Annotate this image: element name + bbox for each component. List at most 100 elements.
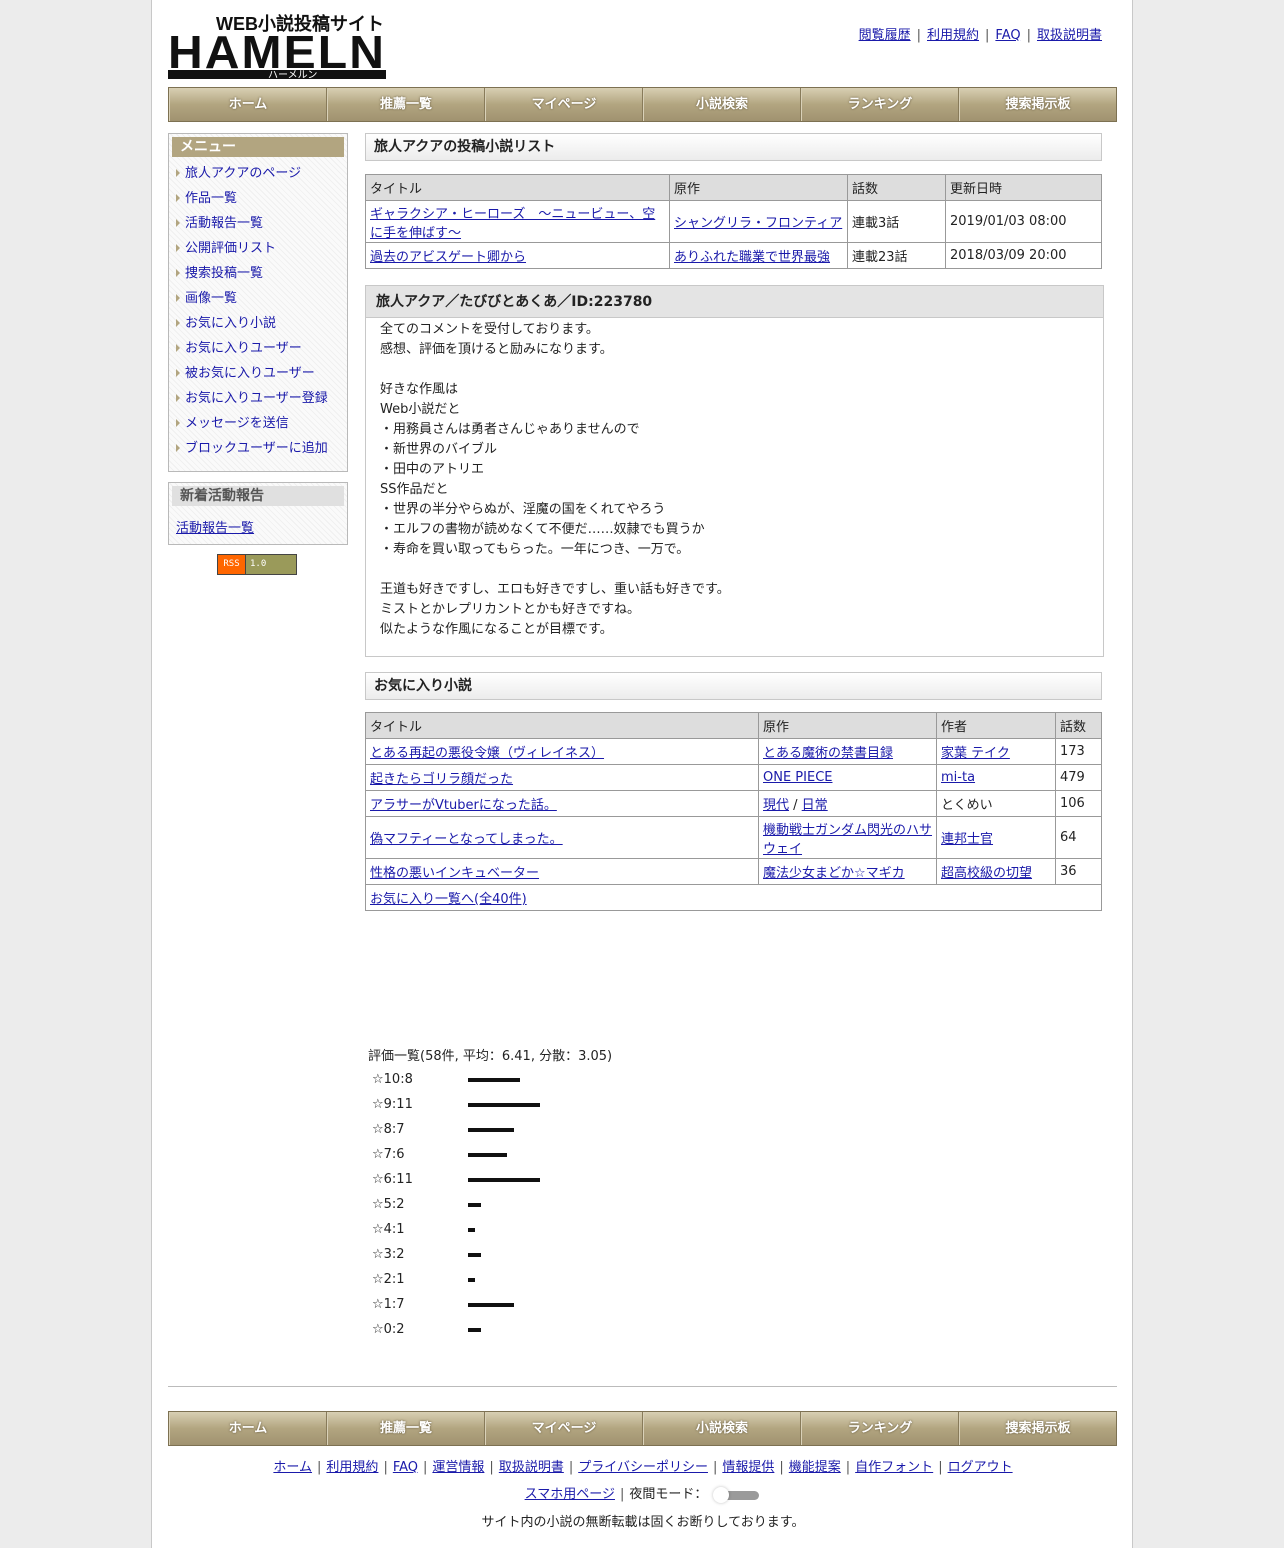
faq-link[interactable]: FAQ bbox=[995, 28, 1020, 43]
news-reports-link[interactable]: 活動報告一覧 bbox=[169, 509, 347, 544]
nav-recommend[interactable]: 推薦一覧 bbox=[327, 88, 485, 121]
footer-feature-link[interactable]: 機能提案 bbox=[789, 1460, 841, 1475]
profile-line: 王道も好きですし、エロも好きですし、重い話も好きです。 bbox=[380, 582, 730, 597]
rating-label: ☆10:8 bbox=[372, 1072, 413, 1087]
novel-original-link[interactable]: シャングリラ・フロンティア bbox=[674, 216, 842, 231]
profile-line: ミストとかレプリカントとかも好きですね。 bbox=[380, 602, 641, 617]
fav-author-link[interactable]: 超高校級の切望 bbox=[941, 866, 1032, 881]
history-link[interactable]: 閲覧履歴 bbox=[859, 28, 911, 43]
fav-title-link[interactable]: 偽マフティーとなってしまった。 bbox=[370, 832, 563, 847]
sidebar-link-search-posts[interactable]: 捜索投稿一覧 bbox=[185, 266, 263, 281]
footer-logout-link[interactable]: ログアウト bbox=[948, 1460, 1013, 1475]
fav-more-link[interactable]: お気に入り一覧へ(全40件) bbox=[370, 892, 527, 907]
fav-original-link[interactable]: 魔法少女まどか☆マギカ bbox=[763, 866, 905, 881]
nav-board[interactable]: 捜索掲示板 bbox=[959, 88, 1116, 121]
sidebar-item: お気に入り小説 bbox=[169, 311, 347, 336]
footer-terms-link[interactable]: 利用規約 bbox=[326, 1460, 378, 1475]
sidebar-item: 画像一覧 bbox=[169, 286, 347, 311]
nav-mypage[interactable]: マイページ bbox=[485, 88, 643, 121]
main-nav: ホーム 推薦一覧 マイページ 小説検索 ランキング 捜索掲示板 bbox=[168, 87, 1117, 122]
table-row: 過去のアビスゲート卿から ありふれた職業で世界最強 連載23話 2018/03/… bbox=[365, 242, 1102, 269]
sidebar-link-images[interactable]: 画像一覧 bbox=[185, 291, 237, 306]
profile-line: ・新世界のバイブル bbox=[380, 442, 498, 457]
nav-mypage[interactable]: マイページ bbox=[485, 1412, 643, 1445]
sidebar-link-fav-users[interactable]: お気に入りユーザー bbox=[185, 341, 302, 356]
rating-bar bbox=[468, 1228, 475, 1232]
sidebar-link-fav-novels[interactable]: お気に入り小説 bbox=[185, 316, 276, 331]
table-row: アラサーがVtuberになった話。 現代 / 日常 とくめい 106 bbox=[365, 790, 1102, 817]
sidebar-link-block-user[interactable]: ブロックユーザーに追加 bbox=[185, 441, 328, 456]
manual-link[interactable]: 取扱説明書 bbox=[1037, 28, 1102, 43]
sidebar-link-add-fav-user[interactable]: お気に入りユーザー登録 bbox=[185, 391, 328, 406]
fav-author-link[interactable]: 連邦士官 bbox=[941, 832, 993, 847]
novel-list-title: 旅人アクアの投稿小説リスト bbox=[365, 133, 1102, 161]
rss-version: 1.0 bbox=[246, 555, 296, 574]
footer-divider bbox=[168, 1386, 1117, 1387]
col-episodes: 話数 bbox=[1055, 712, 1102, 739]
sidebar-link-favorited-by[interactable]: 被お気に入りユーザー bbox=[185, 366, 315, 381]
site-logo[interactable]: WEB小説投稿サイト HAMELN ハーメルン bbox=[168, 10, 388, 81]
table-header-row: タイトル 原作 話数 更新日時 bbox=[365, 174, 1102, 201]
rating-row: ☆6:11 bbox=[368, 1167, 768, 1192]
footer-home-link[interactable]: ホーム bbox=[273, 1460, 312, 1475]
fav-original-link-2[interactable]: 日常 bbox=[802, 798, 828, 813]
sidebar-item: 作品一覧 bbox=[169, 186, 347, 211]
rating-label: ☆7:6 bbox=[372, 1147, 405, 1162]
col-original: 原作 bbox=[669, 174, 848, 201]
profile-line: SS作品だと bbox=[380, 482, 449, 497]
sidebar-item: 旅人アクアのページ bbox=[169, 161, 347, 186]
novel-title-link[interactable]: 過去のアビスゲート卿から bbox=[370, 250, 526, 265]
fav-title-link[interactable]: 性格の悪いインキュベーター bbox=[370, 866, 539, 881]
rating-row: ☆5:2 bbox=[368, 1192, 768, 1217]
novel-table: タイトル 原作 話数 更新日時 ギャラクシア・ヒーローズ 〜ニュービュー、空に手… bbox=[365, 174, 1102, 269]
sidebar-link-ratings[interactable]: 公開評価リスト bbox=[185, 241, 276, 256]
terms-link[interactable]: 利用規約 bbox=[927, 28, 979, 43]
footer-privacy-link[interactable]: プライバシーポリシー bbox=[578, 1460, 708, 1475]
col-updated: 更新日時 bbox=[945, 174, 1102, 201]
fav-title-link[interactable]: とある再起の悪役令嬢（ヴィレイネス） bbox=[370, 746, 604, 761]
favorites-title: お気に入り小説 bbox=[365, 672, 1102, 700]
nav-search[interactable]: 小説検索 bbox=[643, 88, 801, 121]
fav-original-link[interactable]: とある魔術の禁書目録 bbox=[763, 746, 893, 761]
footer-operator-link[interactable]: 運営情報 bbox=[432, 1460, 484, 1475]
sidebar-link-works[interactable]: 作品一覧 bbox=[185, 191, 237, 206]
page: WEB小説投稿サイト HAMELN ハーメルン 閲覧履歴 | 利用規約 | FAQ | 取扱… bbox=[151, 0, 1133, 1548]
night-mode-toggle[interactable] bbox=[711, 1486, 761, 1503]
fav-original-link[interactable]: 現代 bbox=[763, 798, 789, 813]
rating-row: ☆9:11 bbox=[368, 1092, 768, 1117]
fav-episodes: 479 bbox=[1055, 764, 1102, 791]
footer-manual-link[interactable]: 取扱説明書 bbox=[499, 1460, 564, 1475]
nav-ranking[interactable]: ランキング bbox=[801, 1412, 959, 1445]
fav-author-link[interactable]: 家葉 テイク bbox=[941, 746, 1010, 761]
copyright-notice: サイト内の小説の無断転載は固くお断りしております。 bbox=[481, 1515, 805, 1530]
table-row: お気に入り一覧へ(全40件) bbox=[365, 884, 1102, 911]
table-row: 偽マフティーとなってしまった。 機動戦士ガンダム閃光のハサウェイ 連邦士官 64 bbox=[365, 816, 1102, 859]
nav-recommend[interactable]: 推薦一覧 bbox=[327, 1412, 485, 1445]
fav-original-link[interactable]: 機動戦士ガンダム閃光のハサウェイ bbox=[763, 823, 932, 857]
nav-home[interactable]: ホーム bbox=[169, 88, 327, 121]
top-links: 閲覧履歴 | 利用規約 | FAQ | 取扱説明書 bbox=[858, 28, 1102, 43]
night-mode-label: 夜間モード： bbox=[629, 1487, 708, 1502]
novel-title-link[interactable]: ギャラクシア・ヒーローズ 〜ニュービュー、空に手を伸ばす〜 bbox=[370, 207, 655, 241]
footer-faq-link[interactable]: FAQ bbox=[393, 1460, 418, 1475]
nav-board[interactable]: 捜索掲示板 bbox=[959, 1412, 1116, 1445]
sidebar-link-reports[interactable]: 活動報告一覧 bbox=[185, 216, 263, 231]
footer-font-link[interactable]: 自作フォント bbox=[855, 1460, 933, 1475]
nav-ranking[interactable]: ランキング bbox=[801, 88, 959, 121]
novel-original-link[interactable]: ありふれた職業で世界最強 bbox=[674, 250, 830, 265]
profile-line bbox=[380, 360, 1089, 380]
nav-home[interactable]: ホーム bbox=[169, 1412, 327, 1445]
fav-original-link[interactable]: ONE PIECE bbox=[763, 770, 832, 785]
sidebar-link-userpage[interactable]: 旅人アクアのページ bbox=[185, 166, 301, 181]
sidebar-link-send-message[interactable]: メッセージを送信 bbox=[185, 416, 289, 431]
fav-title-link[interactable]: アラサーがVtuberになった話。 bbox=[370, 798, 557, 813]
rating-label: ☆0:2 bbox=[372, 1322, 405, 1337]
footer-info-link[interactable]: 情報提供 bbox=[722, 1460, 774, 1475]
col-title: タイトル bbox=[365, 174, 670, 201]
mobile-page-link[interactable]: スマホ用ページ bbox=[525, 1487, 615, 1502]
nav-search[interactable]: 小説検索 bbox=[643, 1412, 801, 1445]
sidebar-item: 活動報告一覧 bbox=[169, 211, 347, 236]
fav-author-link[interactable]: mi-ta bbox=[941, 770, 975, 785]
rss-badge[interactable]: RSS 1.0 bbox=[217, 554, 297, 575]
fav-title-link[interactable]: 起きたらゴリラ顔だった bbox=[370, 772, 513, 787]
